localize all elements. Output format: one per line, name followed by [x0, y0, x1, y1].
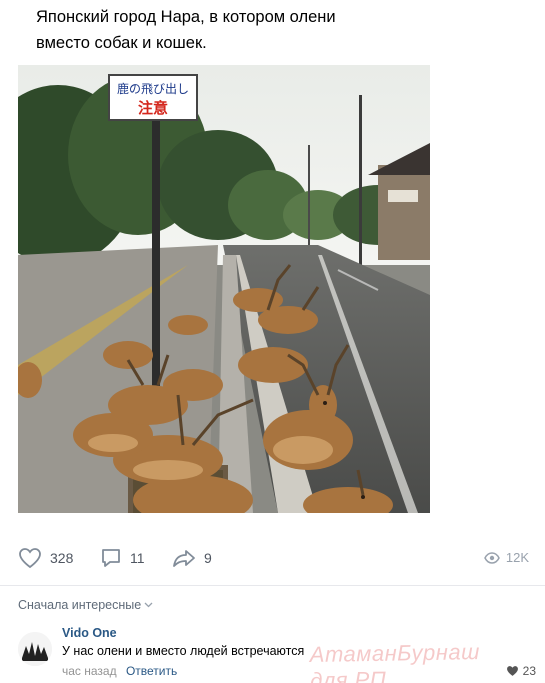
- views-counter: 12K: [484, 550, 529, 565]
- section-divider: [0, 585, 545, 586]
- views-count: 12K: [505, 550, 529, 565]
- comment-like-count: 23: [522, 664, 536, 678]
- share-arrow-icon: [173, 550, 195, 567]
- heart-icon: [506, 666, 518, 676]
- comment-button[interactable]: 11: [100, 546, 145, 570]
- post-photo[interactable]: 鹿の飛び出し 注意: [18, 65, 430, 513]
- reply-button[interactable]: Ответить: [126, 664, 177, 678]
- like-button[interactable]: 328: [18, 546, 73, 570]
- deer-street-photo: 鹿の飛び出し 注意: [18, 65, 430, 513]
- sort-label: Сначала интересные: [18, 598, 142, 612]
- sign-line-2: 注意: [138, 99, 168, 117]
- avatar[interactable]: [18, 632, 52, 666]
- share-button[interactable]: 9: [172, 546, 212, 570]
- comment-text: У нас олени и вместо людей встречаются: [62, 644, 305, 658]
- comments-sort-dropdown[interactable]: Сначала интересные: [18, 598, 153, 612]
- share-count: 9: [204, 550, 212, 566]
- chevron-down-icon: [144, 602, 153, 608]
- comment-meta: час назад Ответить: [62, 664, 177, 678]
- comment-time: час назад: [62, 664, 117, 678]
- post-text-line-1: Японский город Нара, в котором олени: [36, 8, 336, 26]
- sign-line-1: 鹿の飛び出し: [117, 81, 189, 96]
- post-actions: 328 11 9 12K: [0, 540, 545, 576]
- comment-icon: [102, 549, 120, 567]
- avatar-image: [18, 632, 52, 666]
- comment-like-button[interactable]: 23: [506, 664, 536, 678]
- post-text: Японский город Нара, в котором олени вме…: [36, 4, 516, 56]
- eye-icon: [484, 551, 500, 564]
- comment-count: 11: [130, 550, 145, 566]
- post-text-line-2: вместо собак и кошек.: [36, 34, 207, 52]
- heart-icon: [19, 548, 41, 569]
- comment-author[interactable]: Vido One: [62, 626, 117, 640]
- comment-item: Vido One У нас олени и вместо людей встр…: [18, 626, 538, 682]
- like-count: 328: [50, 550, 74, 566]
